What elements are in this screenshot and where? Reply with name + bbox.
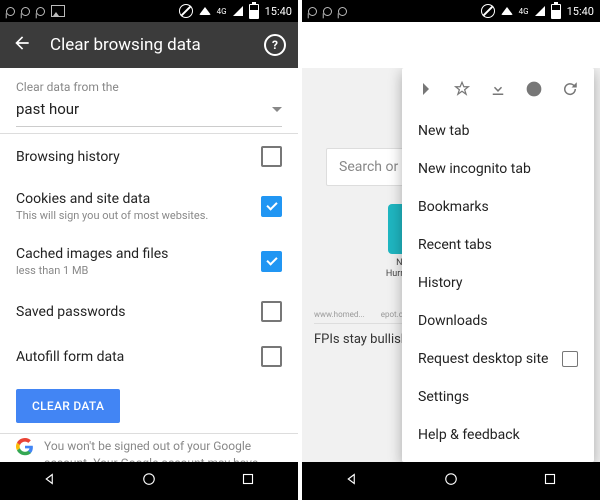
google-logo-icon bbox=[16, 438, 34, 456]
option-cache[interactable]: Cached images and files less than 1 MB bbox=[0, 234, 298, 289]
option-label: Saved passwords bbox=[16, 304, 251, 320]
option-label: Cached images and files bbox=[16, 246, 251, 262]
location-icon bbox=[34, 5, 47, 18]
location-icon bbox=[321, 5, 334, 18]
checkbox[interactable] bbox=[562, 351, 578, 367]
option-label: Autofill form data bbox=[16, 349, 251, 365]
location-icon bbox=[336, 5, 349, 18]
checkbox[interactable] bbox=[261, 301, 282, 322]
menu-new-incognito[interactable]: New incognito tab bbox=[402, 150, 594, 188]
status-bar: 4G 15:40 bbox=[0, 0, 298, 22]
option-browsing-history[interactable]: Browsing history bbox=[0, 134, 298, 179]
phone-chrome-menu: 4G 15:40 Search or N National Hurricane … bbox=[302, 0, 600, 500]
refresh-icon[interactable] bbox=[561, 80, 579, 102]
location-icon bbox=[306, 5, 319, 18]
range-dropdown[interactable]: past hour bbox=[0, 96, 298, 126]
option-sublabel: This will sign you out of most websites. bbox=[16, 209, 251, 222]
menu-settings[interactable]: Settings bbox=[402, 378, 594, 416]
nav-recents-icon[interactable] bbox=[541, 470, 559, 492]
download-icon[interactable] bbox=[489, 80, 507, 102]
checkbox[interactable] bbox=[261, 251, 282, 272]
page-title: Clear browsing data bbox=[50, 35, 246, 55]
google-note: You won't be signed out of your Google a… bbox=[0, 434, 298, 462]
signal-icon bbox=[535, 6, 545, 16]
option-sublabel: less than 1 MB bbox=[16, 264, 251, 277]
card-source: www.homed... bbox=[314, 310, 365, 319]
nav-recents-icon[interactable] bbox=[239, 470, 257, 492]
toolbar: Clear browsing data ? bbox=[0, 22, 298, 68]
menu-recent-tabs[interactable]: Recent tabs bbox=[402, 226, 594, 264]
nav-home-icon[interactable] bbox=[442, 470, 460, 492]
wifi-icon bbox=[501, 7, 513, 15]
screenshot-icon bbox=[51, 5, 65, 17]
nav-home-icon[interactable] bbox=[140, 470, 158, 492]
clock: 15:40 bbox=[567, 5, 594, 18]
option-autofill[interactable]: Autofill form data bbox=[0, 334, 298, 379]
battery-icon bbox=[551, 4, 561, 19]
content: Clear data from the past hour Browsing h… bbox=[0, 68, 298, 462]
status-bar: 4G 15:40 bbox=[302, 0, 600, 22]
wifi-icon bbox=[199, 7, 211, 15]
battery-icon bbox=[249, 4, 259, 19]
network-text: 4G bbox=[217, 7, 227, 16]
back-icon[interactable] bbox=[12, 33, 32, 57]
overflow-menu: New tab New incognito tab Bookmarks Rece… bbox=[402, 68, 594, 462]
clock: 15:40 bbox=[265, 5, 292, 18]
menu-help[interactable]: Help & feedback bbox=[402, 416, 594, 454]
menu-request-desktop[interactable]: Request desktop site bbox=[402, 340, 594, 378]
dnd-icon bbox=[179, 4, 193, 18]
menu-new-tab[interactable]: New tab bbox=[402, 112, 594, 150]
option-label: Cookies and site data bbox=[16, 191, 251, 207]
nav-bar bbox=[0, 462, 298, 500]
clear-data-button[interactable]: CLEAR DATA bbox=[16, 389, 120, 423]
option-cookies[interactable]: Cookies and site data This will sign you… bbox=[0, 179, 298, 234]
checkbox[interactable] bbox=[261, 146, 282, 167]
help-icon[interactable]: ? bbox=[264, 34, 286, 56]
dnd-icon bbox=[481, 4, 495, 18]
location-icon bbox=[19, 5, 32, 18]
checkbox[interactable] bbox=[261, 346, 282, 367]
nav-back-icon[interactable] bbox=[343, 470, 361, 492]
option-label: Browsing history bbox=[16, 149, 251, 165]
google-note-text: You won't be signed out of your Google a… bbox=[44, 438, 282, 462]
chrome-toolbar bbox=[302, 22, 600, 68]
menu-bookmarks[interactable]: Bookmarks bbox=[402, 188, 594, 226]
network-text: 4G bbox=[519, 7, 529, 16]
menu-history[interactable]: History bbox=[402, 264, 594, 302]
phone-clear-data: 4G 15:40 Clear browsing data ? Clear dat… bbox=[0, 0, 298, 500]
nav-bar bbox=[302, 462, 600, 500]
chrome-content: Search or N National Hurricane C... DOGn… bbox=[302, 68, 600, 462]
star-icon[interactable] bbox=[453, 80, 471, 102]
location-icon bbox=[4, 5, 17, 18]
info-icon[interactable] bbox=[525, 80, 543, 102]
menu-downloads[interactable]: Downloads bbox=[402, 302, 594, 340]
range-value: past hour bbox=[16, 100, 79, 118]
nav-back-icon[interactable] bbox=[41, 470, 59, 492]
forward-icon[interactable] bbox=[417, 80, 435, 102]
option-passwords[interactable]: Saved passwords bbox=[0, 289, 298, 334]
signal-icon bbox=[233, 6, 243, 16]
range-label: Clear data from the bbox=[0, 68, 298, 96]
chevron-down-icon bbox=[272, 107, 282, 112]
checkbox[interactable] bbox=[261, 196, 282, 217]
